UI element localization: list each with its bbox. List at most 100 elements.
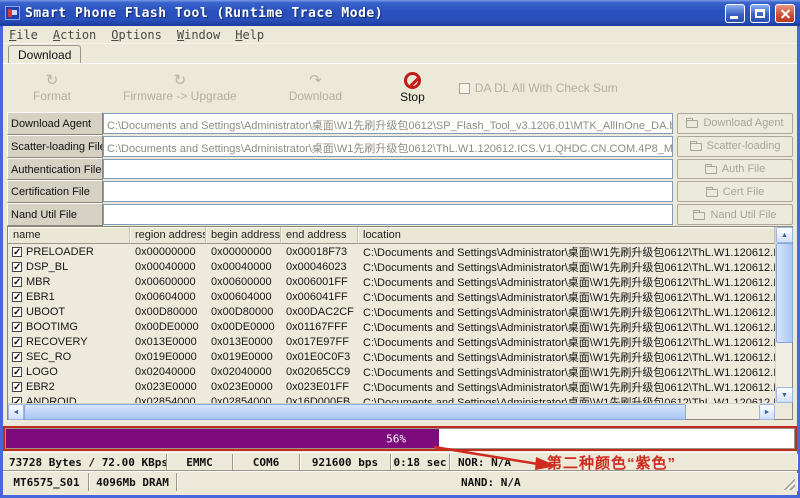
region-address: 0x02040000 xyxy=(130,366,206,378)
end-address: 0x00018F73 xyxy=(281,246,358,258)
row-checkbox[interactable] xyxy=(12,337,22,347)
auth-file-label: Authentication File xyxy=(7,158,103,181)
horizontal-scroll-thumb[interactable] xyxy=(24,404,686,420)
scatter-file-path-input[interactable]: C:\Documents and Settings\Administrator\… xyxy=(103,136,673,157)
horizontal-scrollbar[interactable]: ◄ ► xyxy=(8,403,775,419)
table-row[interactable]: MBR0x006000000x006000000x006001FFC:\Docu… xyxy=(8,274,775,289)
cert-file-path-input[interactable] xyxy=(103,181,673,202)
end-address: 0x00046023 xyxy=(281,261,358,273)
status-throughput: 73728 Bytes / 72.00 KBps xyxy=(5,454,167,470)
row-checkbox[interactable] xyxy=(12,367,22,377)
end-address: 0x16D000FB xyxy=(281,396,358,404)
col-end-address[interactable]: end address xyxy=(281,227,358,244)
location: C:\Documents and Settings\Administrator\… xyxy=(358,289,775,305)
region-address: 0x00600000 xyxy=(130,276,206,288)
table-row[interactable]: ANDROID0x028540000x028540000x16D000FBC:\… xyxy=(8,394,775,403)
begin-address: 0x02040000 xyxy=(206,366,281,378)
da-dl-checksum-checkbox[interactable]: DA DL All With Check Sum xyxy=(459,81,618,95)
table-row[interactable]: RECOVERY0x013E00000x013E00000x017E97FFC:… xyxy=(8,334,775,349)
end-address: 0x006001FF xyxy=(281,276,358,288)
row-checkbox[interactable] xyxy=(12,247,22,257)
scatter-file-label: Scatter-loading File xyxy=(7,135,103,158)
region-address: 0x00604000 xyxy=(130,291,206,303)
vertical-scroll-thumb[interactable] xyxy=(776,243,793,343)
format-button[interactable]: ↻ Format xyxy=(33,73,71,103)
table-row[interactable]: PRELOADER0x000000000x000000000x00018F73C… xyxy=(8,244,775,259)
table-body: PRELOADER0x000000000x000000000x00018F73C… xyxy=(8,244,775,403)
status-baudrate: 921600 bps xyxy=(300,454,391,470)
stop-label: Stop xyxy=(400,90,425,104)
download-agent-browse-button[interactable]: Download Agent xyxy=(677,113,793,134)
begin-address: 0x00D80000 xyxy=(206,306,281,318)
partition-table: name region address begin address end ad… xyxy=(7,226,793,420)
table-row[interactable]: LOGO0x020400000x020400000x02065CC9C:\Doc… xyxy=(8,364,775,379)
menu-options[interactable]: Options xyxy=(111,28,162,42)
scroll-left-icon[interactable]: ◄ xyxy=(8,404,24,420)
region-address: 0x00DE0000 xyxy=(130,321,206,333)
col-location[interactable]: location xyxy=(358,227,775,244)
end-address: 0x02065CC9 xyxy=(281,366,358,378)
table-row[interactable]: DSP_BL0x000400000x000400000x00046023C:\D… xyxy=(8,259,775,274)
scatter-browse-label: Scatter-loading xyxy=(707,140,781,152)
menu-file[interactable]: File xyxy=(9,28,38,42)
partition-name: SEC_RO xyxy=(26,351,71,363)
status-elapsed-time: 0:18 sec xyxy=(391,454,450,470)
tab-download[interactable]: Download xyxy=(8,45,81,63)
menu-action[interactable]: Action xyxy=(53,28,96,42)
table-row[interactable]: EBR20x023E00000x023E00000x023E01FFC:\Doc… xyxy=(8,379,775,394)
firmware-upgrade-label: Firmware -> Upgrade xyxy=(123,89,237,103)
table-header-row: name region address begin address end ad… xyxy=(8,227,775,244)
table-row[interactable]: BOOTIMG0x00DE00000x00DE00000x01167FFFC:\… xyxy=(8,319,775,334)
partition-name: ANDROID xyxy=(26,396,77,404)
nand-util-path-input[interactable] xyxy=(103,204,673,225)
menu-help[interactable]: Help xyxy=(235,28,264,42)
location: C:\Documents and Settings\Administrator\… xyxy=(358,244,775,260)
row-checkbox[interactable] xyxy=(12,307,22,317)
nand-util-browse-button[interactable]: Nand Util File xyxy=(677,204,793,225)
region-address: 0x023E0000 xyxy=(130,381,206,393)
scatter-browse-button[interactable]: Scatter-loading xyxy=(677,136,793,157)
row-checkbox[interactable] xyxy=(12,382,22,392)
cert-file-browse-button[interactable]: Cert File xyxy=(677,181,793,202)
vertical-scrollbar[interactable]: ▲ ▼ xyxy=(775,227,792,403)
table-row[interactable]: EBR10x006040000x006040000x006041FFC:\Doc… xyxy=(8,289,775,304)
stop-button[interactable]: Stop xyxy=(400,72,425,104)
table-row[interactable]: SEC_RO0x019E00000x019E00000x01E0C0F3C:\D… xyxy=(8,349,775,364)
row-checkbox[interactable] xyxy=(12,262,22,272)
menu-window[interactable]: Window xyxy=(177,28,220,42)
col-begin-address[interactable]: begin address xyxy=(206,227,281,244)
auth-file-path-input[interactable] xyxy=(103,159,673,180)
scroll-down-icon[interactable]: ▼ xyxy=(776,387,793,403)
da-dl-checksum-label: DA DL All With Check Sum xyxy=(475,81,618,95)
cert-file-browse-label: Cert File xyxy=(723,186,765,198)
folder-icon xyxy=(705,166,717,174)
close-button[interactable] xyxy=(775,4,795,23)
row-checkbox[interactable] xyxy=(12,322,22,332)
minimize-button[interactable] xyxy=(725,4,745,23)
location: C:\Documents and Settings\Administrator\… xyxy=(358,334,775,350)
download-agent-path-input[interactable]: C:\Documents and Settings\Administrator\… xyxy=(103,113,673,134)
status-dram: 4096Mb DRAM xyxy=(89,473,177,491)
maximize-button[interactable] xyxy=(750,4,770,23)
col-name[interactable]: name xyxy=(8,227,130,244)
row-checkbox[interactable] xyxy=(12,352,22,362)
partition-name: UBOOT xyxy=(26,306,65,318)
row-checkbox[interactable] xyxy=(12,277,22,287)
scroll-right-icon[interactable]: ► xyxy=(759,404,775,420)
row-checkbox[interactable] xyxy=(12,292,22,302)
partition-name: EBR1 xyxy=(26,291,55,303)
firmware-upgrade-button[interactable]: ↻ Firmware -> Upgrade xyxy=(123,73,237,103)
auth-file-browse-button[interactable]: Auth File xyxy=(677,159,793,180)
col-region-address[interactable]: region address xyxy=(130,227,206,244)
scroll-up-icon[interactable]: ▲ xyxy=(776,227,793,243)
region-address: 0x00040000 xyxy=(130,261,206,273)
table-row[interactable]: UBOOT0x00D800000x00D800000x00DAC2CFC:\Do… xyxy=(8,304,775,319)
location: C:\Documents and Settings\Administrator\… xyxy=(358,274,775,290)
app-icon xyxy=(5,6,20,20)
annotation-text: 第二种颜色“紫色” xyxy=(547,452,676,473)
folder-icon xyxy=(706,189,718,197)
begin-address: 0x023E0000 xyxy=(206,381,281,393)
download-button[interactable]: ↷ Download xyxy=(289,73,342,103)
auth-file-browse-label: Auth File xyxy=(722,163,765,175)
window-title: Smart Phone Flash Tool (Runtime Trace Mo… xyxy=(25,6,720,21)
